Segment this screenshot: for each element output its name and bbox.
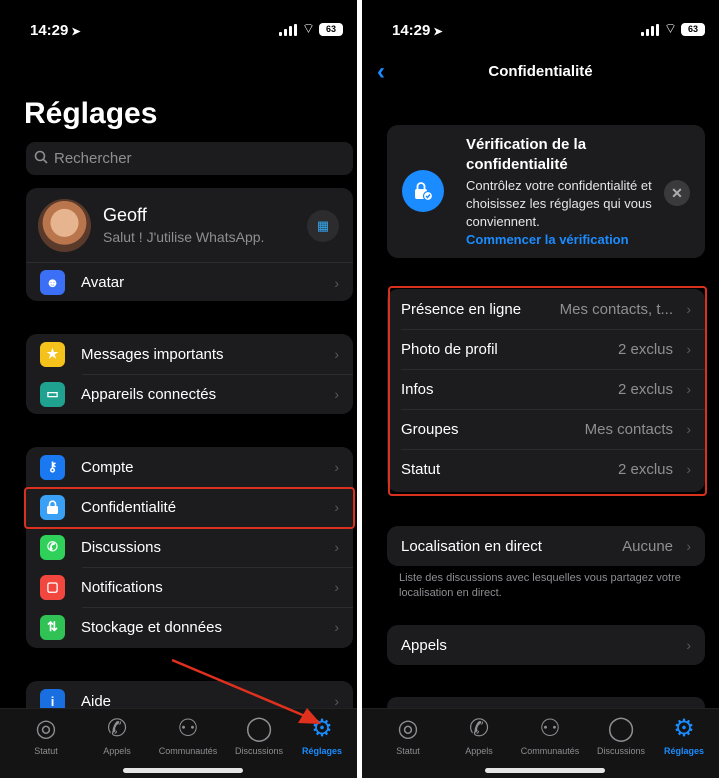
close-icon[interactable]: ✕ — [664, 180, 690, 206]
tab-reglages[interactable]: ⚙ Réglages — [649, 713, 719, 756]
chevron-right-icon: › — [686, 381, 691, 397]
status-icon: ◎ — [397, 715, 419, 742]
chevron-right-icon: › — [686, 341, 691, 357]
privacy-item-value: 2 exclus — [617, 460, 673, 478]
location-arrow-icon: ➤ — [433, 26, 443, 38]
live-location-note: Liste des discussions avec lesquelles vo… — [399, 572, 681, 599]
privacy-item-value: Mes contacts — [584, 420, 673, 438]
home-indicator — [123, 768, 243, 773]
lock-check-icon — [402, 170, 444, 212]
privacy-item-live-location[interactable]: Localisation en direct Aucune › — [387, 526, 705, 566]
settings-screen: 14:29 ➤ ⌔ 63 Réglages Rechercher Geoff Sa… — [0, 0, 357, 778]
tab-discussions[interactable]: ◯ Discussions — [586, 713, 656, 756]
privacy-item-label: Appels — [401, 636, 447, 654]
status-time: 14:29 ➤ — [392, 22, 443, 39]
tab-communautes[interactable]: ⚇ Communautés — [515, 713, 585, 756]
page-title: Confidentialité — [488, 63, 593, 80]
tab-label: Communautés — [520, 746, 580, 756]
privacy-item-value: 2 exclus — [617, 380, 673, 398]
privacy-item-status[interactable]: Statut 2 exclus › — [387, 449, 705, 489]
status-bar: 14:29 ➤ ⌔ 63 — [362, 0, 719, 52]
chevron-right-icon: › — [686, 421, 691, 437]
card-text: Contrôlez votre confidentialité et chois… — [466, 178, 652, 229]
start-checkup-link[interactable]: Commencer la vérification — [466, 232, 629, 247]
tab-label: Appels — [465, 746, 493, 756]
privacy-item-groups[interactable]: Groupes Mes contacts › — [387, 409, 705, 449]
chevron-right-icon: › — [686, 637, 691, 653]
tab-label: Réglages — [663, 746, 705, 756]
home-indicator — [485, 768, 605, 773]
communities-icon: ⚇ — [539, 715, 561, 742]
battery-icon: 63 — [681, 23, 705, 36]
tab-statut[interactable]: ◎ Statut — [373, 713, 443, 756]
card-title: Vérification de la confidentialité — [466, 136, 587, 173]
live-location-group: Localisation en direct Aucune › — [387, 526, 705, 566]
calls-group: Appels › — [387, 625, 705, 665]
privacy-screen: 14:29 ➤ ⌔ 63 ‹ Confidentialité Vérificati… — [362, 0, 719, 778]
wifi-icon: ⌔ — [663, 20, 677, 36]
tab-label: Discussions — [596, 746, 645, 756]
privacy-item-online[interactable]: Présence en ligne Mes contacts, t... › — [387, 289, 705, 329]
chevron-right-icon: › — [686, 301, 691, 317]
annotation-arrow — [171, 658, 321, 724]
privacy-item-photo[interactable]: Photo de profil 2 exclus › — [387, 329, 705, 369]
privacy-item-value: 2 exclus — [617, 340, 673, 358]
privacy-item-about[interactable]: Infos 2 exclus › — [387, 369, 705, 409]
tab-appels[interactable]: ✆ Appels — [444, 713, 514, 756]
privacy-item-value: Aucune — [622, 537, 673, 555]
privacy-item-calls[interactable]: Appels › — [387, 625, 705, 665]
chevron-right-icon: › — [686, 538, 691, 554]
tab-label: Statut — [396, 746, 420, 756]
signal-icon — [641, 24, 659, 36]
chevron-right-icon: › — [686, 461, 691, 477]
privacy-item-value: Mes contacts, t... — [559, 300, 673, 318]
chat-bubble-icon: ◯ — [607, 715, 635, 742]
phone-icon: ✆ — [468, 715, 490, 742]
gear-icon: ⚙ — [673, 715, 695, 742]
privacy-checkup-card: Vérification de la confidentialité Contr… — [387, 125, 705, 258]
privacy-settings-group: Présence en ligne Mes contacts, t... › P… — [387, 289, 705, 492]
